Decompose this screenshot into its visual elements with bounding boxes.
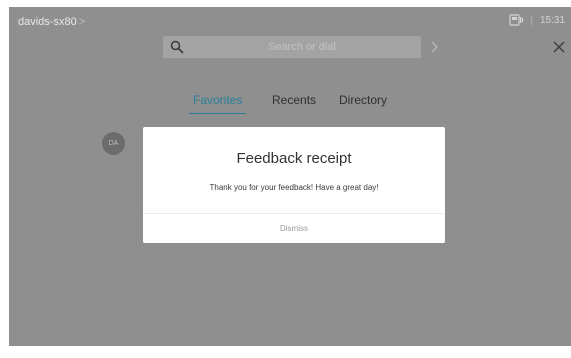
device-name-label: davids-sx80 bbox=[18, 16, 77, 28]
status-area: | 15:31 bbox=[509, 14, 565, 26]
chevron-right-icon[interactable] bbox=[429, 40, 439, 54]
feedback-dialog: Feedback receipt Thank you for your feed… bbox=[143, 127, 445, 243]
device-chevron-icon: > bbox=[78, 16, 86, 28]
dialog-message: Thank you for your feedback! Have a grea… bbox=[209, 183, 379, 192]
tab-recents[interactable]: Recents bbox=[272, 93, 316, 113]
touch-panel-screen: davids-sx80> | 15:31 Favorites Recents bbox=[9, 7, 571, 346]
avatar-initials: DA bbox=[108, 140, 119, 147]
dismiss-button[interactable]: Dismiss bbox=[143, 214, 445, 243]
device-name-button[interactable]: davids-sx80 > bbox=[18, 16, 85, 28]
avatar[interactable]: DA bbox=[102, 132, 125, 155]
search-input[interactable] bbox=[191, 36, 413, 58]
search-icon bbox=[170, 40, 184, 54]
top-bar: davids-sx80 > | 15:31 bbox=[9, 7, 571, 35]
dialog-title: Feedback receipt bbox=[236, 150, 352, 167]
clock: 15:31 bbox=[539, 14, 565, 26]
camera-icon[interactable] bbox=[509, 14, 524, 26]
status-separator: | bbox=[530, 15, 533, 25]
close-icon[interactable] bbox=[552, 40, 566, 54]
tab-favorites[interactable]: Favorites bbox=[189, 93, 247, 114]
search-bar[interactable] bbox=[163, 36, 421, 58]
tab-directory[interactable]: Directory bbox=[339, 93, 387, 113]
